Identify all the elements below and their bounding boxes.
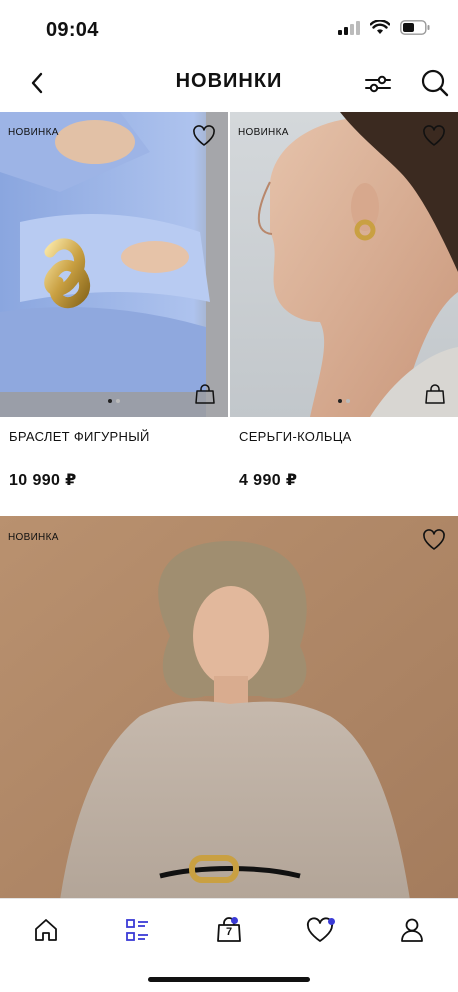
filter-button[interactable] <box>362 68 394 100</box>
home-icon <box>35 919 57 941</box>
cart-notification-dot <box>231 917 238 924</box>
product-badge: НОВИНКА <box>238 127 289 138</box>
filter-sliders-icon <box>365 75 391 93</box>
shopping-bag-icon[interactable] <box>194 383 216 405</box>
tab-bar: 7 <box>0 898 458 992</box>
wifi-icon <box>370 20 390 34</box>
heart-icon[interactable] <box>422 528 446 552</box>
product-price: 4 990 ₽ <box>239 472 298 489</box>
status-time: 09:04 <box>46 19 99 41</box>
slide-dot <box>346 399 350 403</box>
favorites-notification-dot <box>328 918 335 925</box>
heart-icon[interactable] <box>422 124 446 148</box>
tab-catalog[interactable] <box>122 915 152 945</box>
slide-indicator <box>338 399 350 403</box>
tab-cart[interactable]: 7 <box>214 915 244 945</box>
heart-icon[interactable] <box>192 124 216 148</box>
slide-indicator <box>108 399 120 403</box>
battery-icon <box>400 20 430 35</box>
cart-count: 7 <box>225 926 233 938</box>
slide-dot <box>116 399 120 403</box>
status-icons <box>338 20 430 35</box>
tab-profile[interactable] <box>397 915 427 945</box>
product-photo-earrings <box>230 112 458 417</box>
product-image[interactable]: НОВИНКА <box>230 112 458 417</box>
slide-dot-active <box>338 399 342 403</box>
product-card[interactable]: НОВИНКА БРАСЛЕТ ФИГУРНЫЙ 10 990 ₽ <box>0 112 228 490</box>
product-photo-sweater-belt <box>0 516 458 900</box>
product-badge: НОВИНКА <box>8 532 59 543</box>
nav-bar: НОВИНКИ <box>0 56 458 112</box>
shopping-bag-icon[interactable] <box>424 383 446 405</box>
slide-dot-active <box>108 399 112 403</box>
status-bar: 09:04 <box>0 0 458 56</box>
product-name[interactable]: БРАСЛЕТ ФИГУРНЫЙ <box>9 429 228 444</box>
product-name[interactable]: СЕРЬГИ-КОЛЬЦА <box>239 429 458 444</box>
product-card-large[interactable]: НОВИНКА <box>0 516 458 900</box>
tab-home[interactable] <box>31 915 61 945</box>
home-indicator <box>148 977 310 982</box>
product-price: 10 990 ₽ <box>9 472 77 489</box>
product-image[interactable]: НОВИНКА <box>0 112 228 417</box>
tab-favorites[interactable] <box>305 915 335 945</box>
catalog-icon <box>126 919 148 941</box>
profile-icon <box>401 918 423 942</box>
search-icon <box>421 69 449 97</box>
product-badge: НОВИНКА <box>8 127 59 138</box>
product-card[interactable]: НОВИНКА СЕРЬГИ-КОЛЬЦА 4 990 ₽ <box>230 112 458 490</box>
signal-icon <box>338 20 360 35</box>
search-button[interactable] <box>418 66 452 100</box>
product-photo-bracelet <box>0 112 228 417</box>
